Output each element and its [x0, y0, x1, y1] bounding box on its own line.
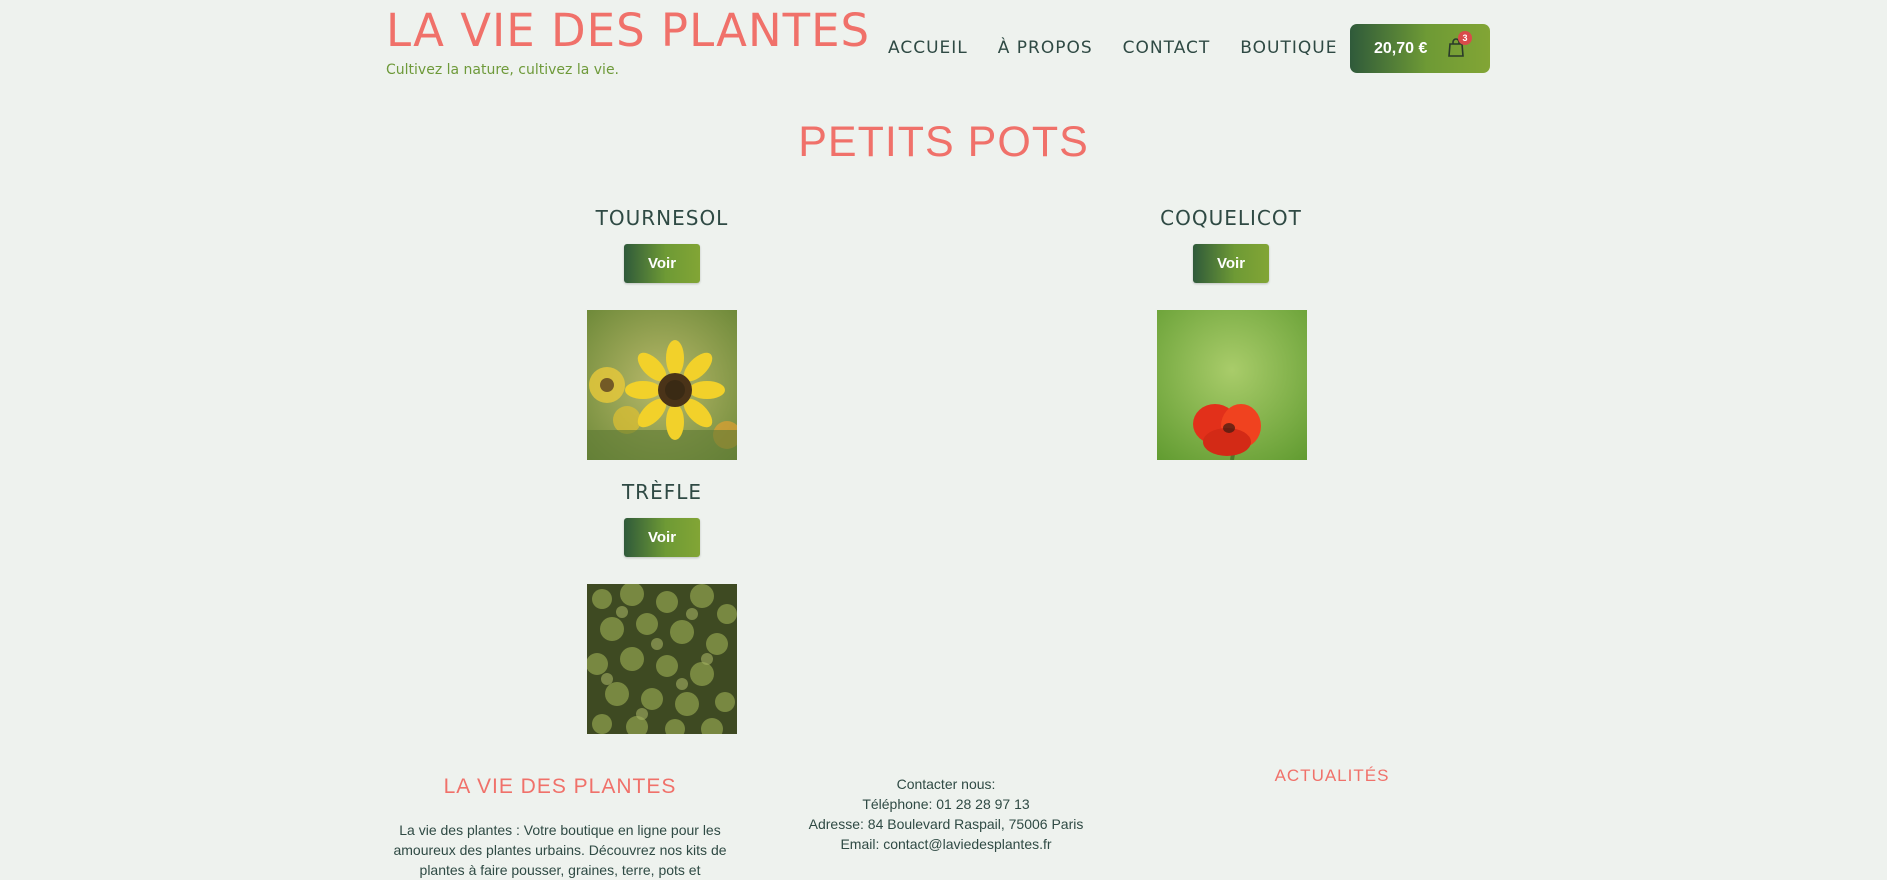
footer-contact-heading: Contacter nous:	[896, 776, 996, 792]
cart-total: 20,70 €	[1374, 39, 1428, 57]
product-card-tournesol: TOURNESOL Voir	[562, 206, 762, 283]
footer-phone[interactable]: Téléphone: 01 28 28 97 13	[746, 794, 1146, 814]
product-image-clover[interactable]	[587, 584, 737, 734]
footer-email[interactable]: Email: contact@laviedesplantes.fr	[746, 834, 1146, 854]
product-name[interactable]: TOURNESOL	[562, 206, 762, 230]
product-image-poppy[interactable]	[1157, 310, 1307, 460]
view-product-button[interactable]: Voir	[624, 518, 700, 557]
view-product-button[interactable]: Voir	[624, 244, 700, 283]
footer-address: Adresse: 84 Boulevard Raspail, 75006 Par…	[808, 816, 1084, 832]
cart-count-badge: 3	[1458, 31, 1472, 45]
nav-item-a-propos[interactable]: À PROPOS	[998, 38, 1093, 58]
footer-about-heading: LA VIE DES PLANTES	[443, 775, 677, 798]
nav-item-boutique[interactable]: BOUTIQUE	[1240, 38, 1337, 58]
main-nav: ACCUEIL À PROPOS CONTACT BOUTIQUE	[888, 38, 1367, 58]
product-card-trefle: TRÈFLE Voir	[562, 480, 762, 557]
footer-contact-block: Contacter nous: Téléphone: 01 28 28 97 1…	[746, 774, 1146, 854]
view-product-button[interactable]: Voir	[1193, 244, 1269, 283]
footer-news-heading: ACTUALITÉS	[1274, 766, 1390, 785]
product-name[interactable]: TRÈFLE	[562, 480, 762, 504]
cart-button[interactable]: 20,70 € 3	[1350, 24, 1490, 73]
product-card-coquelicot: COQUELICOT Voir	[1131, 206, 1331, 283]
nav-item-contact[interactable]: CONTACT	[1123, 38, 1211, 58]
product-name[interactable]: COQUELICOT	[1131, 206, 1331, 230]
site-tagline: Cultivez la nature, cultivez la vie.	[386, 62, 620, 78]
site-title[interactable]: LA VIE DES PLANTES	[386, 4, 870, 57]
footer-about-text: La vie des plantes : Votre boutique en l…	[393, 822, 727, 878]
page-title: PETITS POTS	[798, 118, 1089, 166]
product-image-sunflower[interactable]	[587, 310, 737, 460]
nav-item-accueil[interactable]: ACCUEIL	[888, 38, 968, 58]
